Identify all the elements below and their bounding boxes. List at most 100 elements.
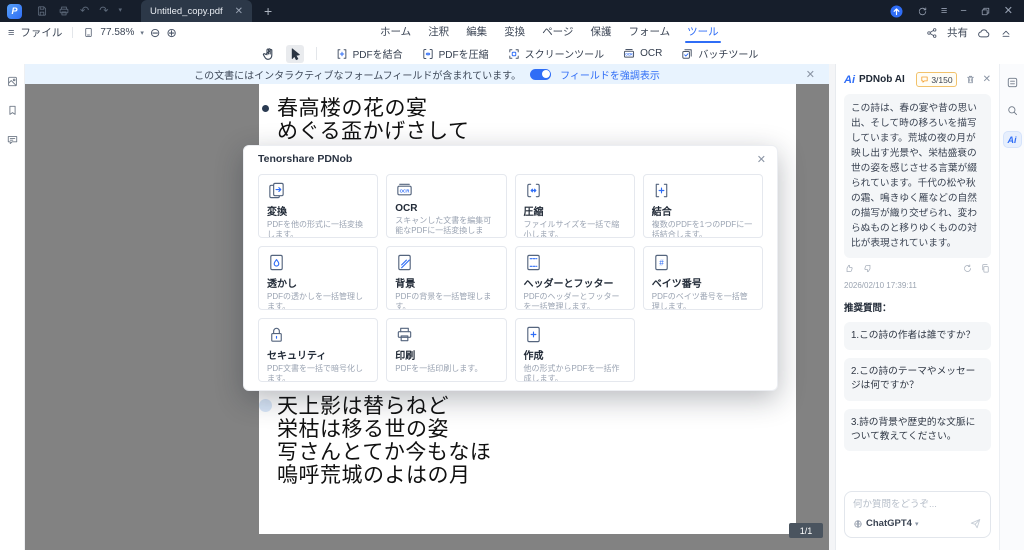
tile-title: 透かし	[267, 279, 297, 290]
page-fit-icon[interactable]	[83, 27, 94, 38]
ribbon-tab-1[interactable]: ホーム	[380, 22, 411, 43]
close-button[interactable]: ✕	[1004, 0, 1013, 22]
copy-icon[interactable]	[980, 263, 991, 274]
send-button[interactable]	[969, 517, 982, 530]
tool-tile-print[interactable]: 印刷 PDFを一括印刷します。	[386, 318, 507, 382]
tool-tile-compress[interactable]: 圧縮ファイルサイズを一括で縮小します。	[514, 174, 635, 238]
ai-assistant-button[interactable]: Ai	[1003, 132, 1021, 147]
suggested-questions-label: 推奨質問：	[844, 303, 892, 315]
print-icon[interactable]	[58, 5, 70, 17]
comment-panel-icon[interactable]	[6, 133, 19, 146]
hand-tool-icon[interactable]	[260, 45, 278, 63]
tile-title: 背景	[395, 279, 416, 290]
tool-tile-create[interactable]: 作成 他の形式からPDFを一括作成します。	[514, 318, 635, 382]
suggested-question-3[interactable]: 3.詩の背景や歴史的な文脈について教えてください。	[844, 408, 991, 451]
upgrade-icon[interactable]	[889, 4, 904, 19]
form-field-marker[interactable]	[259, 399, 272, 412]
toolbar-button-merge-pdf[interactable]: PDFを結合	[326, 46, 412, 61]
chat-input[interactable]	[853, 499, 982, 510]
cloud-icon[interactable]	[977, 26, 991, 40]
toolbar-button-compress-pdf[interactable]: PDFを圧縮	[412, 46, 498, 61]
message-timestamp: 2026/02/10 17:39:11	[844, 281, 917, 291]
divider	[72, 27, 74, 38]
zoom-level[interactable]: 77.58%	[100, 27, 134, 38]
tool-tile-ocr[interactable]: OCR OCR スキャンした文書を編集可能なPDFに一括変換します。	[386, 174, 507, 238]
tile-description: 他の形式からPDFを一括作成します。	[523, 364, 620, 382]
poem-text-bottom: 天上影は替らねど 栄枯は移る世の姿 写さんとてか今もなほ 嗚呼荒城のよはの月	[277, 395, 492, 487]
tool-tile-convert[interactable]: 変換 PDFを他の形式に一括変換します。	[258, 174, 379, 238]
file-menu[interactable]: ファイル	[20, 25, 62, 40]
document-tab[interactable]: Untitled_copy.pdf ✕	[140, 0, 253, 22]
share-button[interactable]: 共有	[947, 25, 968, 40]
toolbar-button-screen-tool[interactable]: スクリーンツール	[498, 46, 614, 61]
zoom-caret-icon[interactable]: ▾	[140, 29, 144, 37]
ribbon-tab-6[interactable]: 保護	[590, 22, 611, 43]
tile-title: 圧縮	[523, 207, 544, 218]
tool-tile-background[interactable]: 背景 PDFの背景を一括管理します。	[386, 246, 507, 310]
thumbnail-panel-icon[interactable]	[6, 75, 19, 88]
new-tab-button[interactable]: +	[264, 3, 272, 19]
scrollbar[interactable]	[829, 64, 835, 550]
toolbar-button-label: OCR	[640, 48, 663, 59]
tool-tile-merge[interactable]: 結合 複数のPDFを1つのPDFに一括結合します。	[642, 174, 763, 238]
tab-close-icon[interactable]: ✕	[235, 6, 243, 17]
screen-tool-icon	[507, 47, 521, 61]
form-field-notification: この文書にはインタラクティブなフォームフィールドが含まれています。 フィールドを…	[25, 64, 829, 84]
print-tile-icon	[395, 325, 414, 344]
restore-button[interactable]	[980, 6, 991, 17]
ribbon-tab-3[interactable]: 編集	[466, 22, 487, 43]
suggested-question-2[interactable]: 2.この詩のテーマやメッセージは何ですか？	[844, 358, 991, 401]
sync-icon[interactable]	[917, 6, 928, 17]
create-tile-icon	[524, 325, 543, 344]
undo-icon[interactable]: ↶	[80, 0, 89, 22]
tool-tile-headerfooter[interactable]: ヘッダーとフッター PDFのヘッダーとフッターを一括管理します。	[514, 246, 635, 310]
highlight-fields-toggle[interactable]	[530, 68, 552, 80]
regenerate-icon[interactable]	[962, 263, 973, 274]
tile-title: ヘッダーとフッター	[523, 279, 614, 290]
ribbon-tab-8[interactable]: ツール	[685, 22, 721, 43]
tile-description: 複数のPDFを1つのPDFに一括結合します。	[651, 220, 753, 238]
model-caret-icon[interactable]: ▾	[915, 520, 919, 528]
select-tool-icon[interactable]	[285, 44, 304, 63]
ribbon-tab-4[interactable]: 変換	[504, 22, 525, 43]
redo-icon[interactable]: ↷	[99, 0, 108, 22]
ai-panel-close-icon[interactable]: ✕	[983, 74, 991, 85]
toolbar-button-batch-tool[interactable]: バッチツール	[671, 46, 767, 61]
ribbon-tab-7[interactable]: フォーム	[628, 22, 670, 43]
collapse-toolbar-icon[interactable]	[1000, 27, 1012, 39]
tool-tile-watermark[interactable]: 透かし PDFの透かしを一括管理します。	[258, 246, 379, 310]
highlight-fields-label[interactable]: フィールドを強調表示	[560, 67, 660, 82]
clear-chat-icon[interactable]	[965, 74, 976, 85]
svg-text:OCR: OCR	[625, 52, 633, 56]
properties-panel-icon[interactable]	[1006, 76, 1019, 89]
ribbon-tab-2[interactable]: 注釈	[428, 22, 449, 43]
tile-title: OCR	[395, 203, 418, 214]
chat-input-box[interactable]: ChatGPT4 ▾	[844, 491, 991, 538]
merge-pdf-icon	[335, 47, 349, 61]
tool-tile-security[interactable]: セキュリティ PDF文書を一括で暗号化します。	[258, 318, 379, 382]
history-caret-icon[interactable]: ▾	[118, 0, 122, 22]
tile-description: ファイルサイズを一括で縮小します。	[523, 220, 620, 238]
model-selector[interactable]: ChatGPT4	[866, 518, 912, 529]
search-icon[interactable]	[1006, 104, 1019, 117]
tile-description: PDFのベイツ番号を一括管理します。	[651, 292, 748, 310]
dialog-close-icon[interactable]: ✕	[757, 153, 766, 166]
divider	[315, 47, 317, 60]
svg-text:OCR: OCR	[400, 189, 411, 194]
suggested-question-1[interactable]: 1.この詩の作者は誰ですか？	[844, 322, 991, 351]
zoom-out-button[interactable]: ⊖	[150, 25, 160, 40]
save-icon[interactable]	[36, 5, 48, 17]
tool-tile-bates[interactable]: # ベイツ番号 PDFのベイツ番号を一括管理します。	[642, 246, 763, 310]
ribbon-tab-5[interactable]: ページ	[542, 22, 573, 43]
notification-close-icon[interactable]: ✕	[806, 68, 815, 81]
minimize-button[interactable]: −	[960, 0, 966, 22]
bookmark-panel-icon[interactable]	[6, 104, 19, 117]
thumb-down-icon[interactable]	[862, 263, 873, 274]
share-icon[interactable]	[926, 27, 938, 39]
quota-value: 3/150	[931, 74, 953, 85]
titlebar: P ↶ ↷ ▾ Untitled_copy.pdf ✕ + ≡ − ✕	[0, 0, 1024, 22]
zoom-in-button[interactable]: ⊕	[166, 25, 176, 40]
app-menu-icon[interactable]: ≡	[941, 0, 947, 22]
thumb-up-icon[interactable]	[844, 263, 855, 274]
toolbar-button-ocr-tool[interactable]: OCR OCR	[613, 47, 671, 61]
